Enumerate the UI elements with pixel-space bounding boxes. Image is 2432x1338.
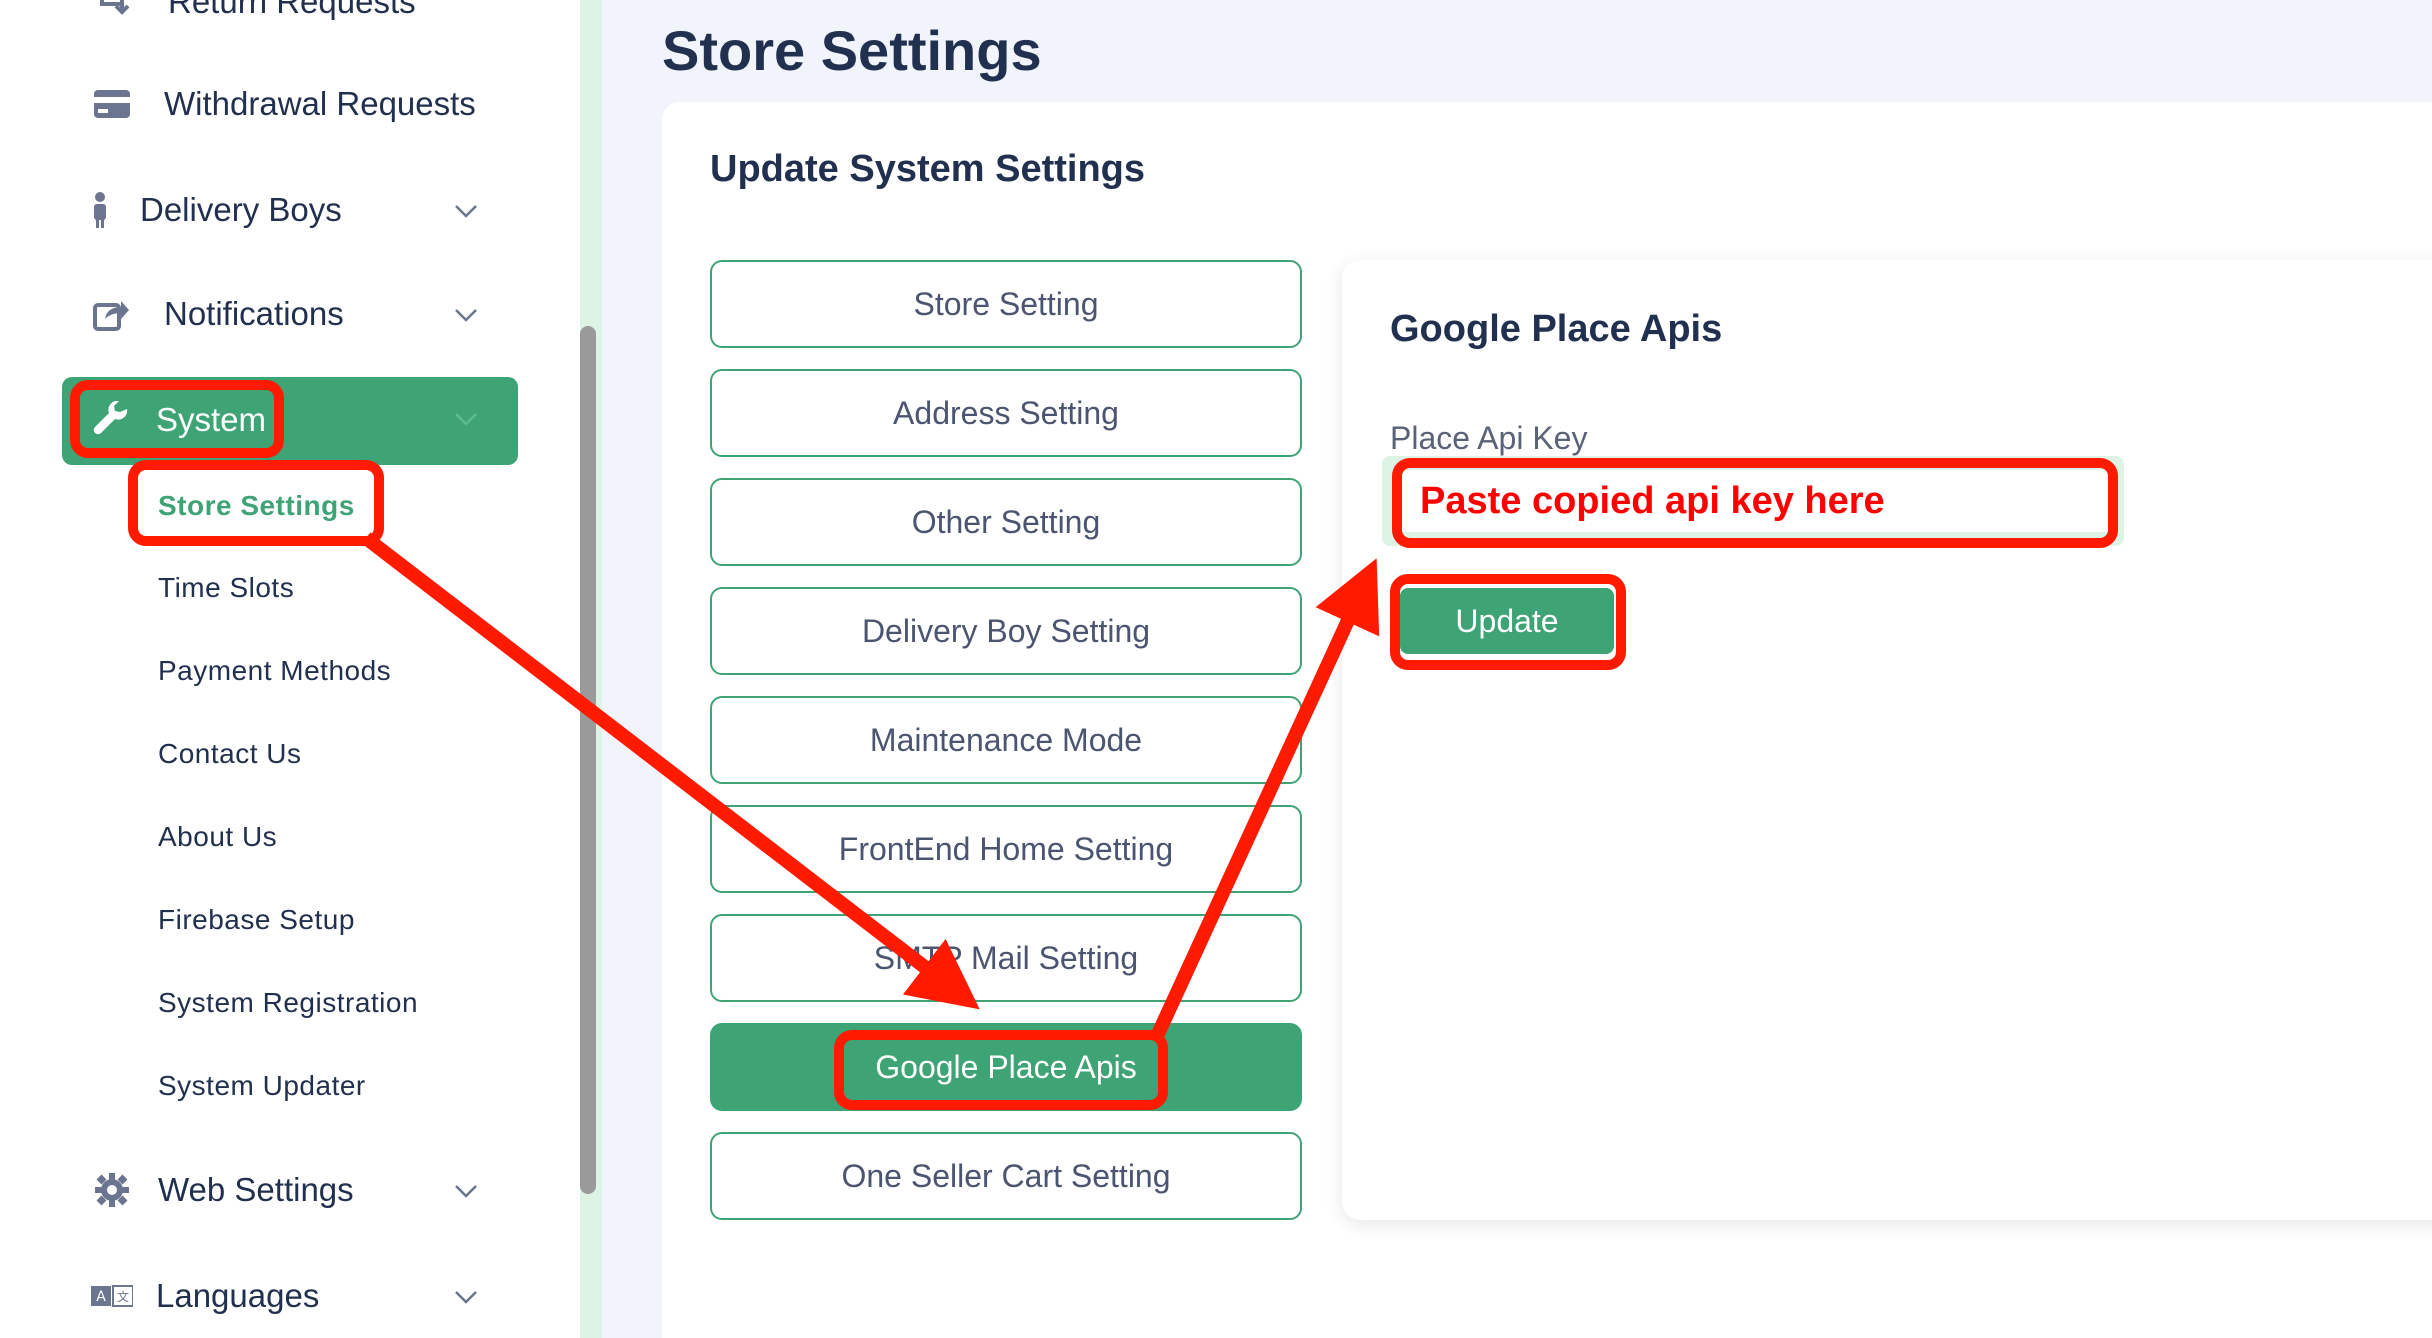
arrow-to-google-place-apis-tab [361, 532, 980, 1010]
arrow-to-api-key-field [1151, 558, 1380, 1037]
annotation-arrows [361, 532, 1380, 1037]
